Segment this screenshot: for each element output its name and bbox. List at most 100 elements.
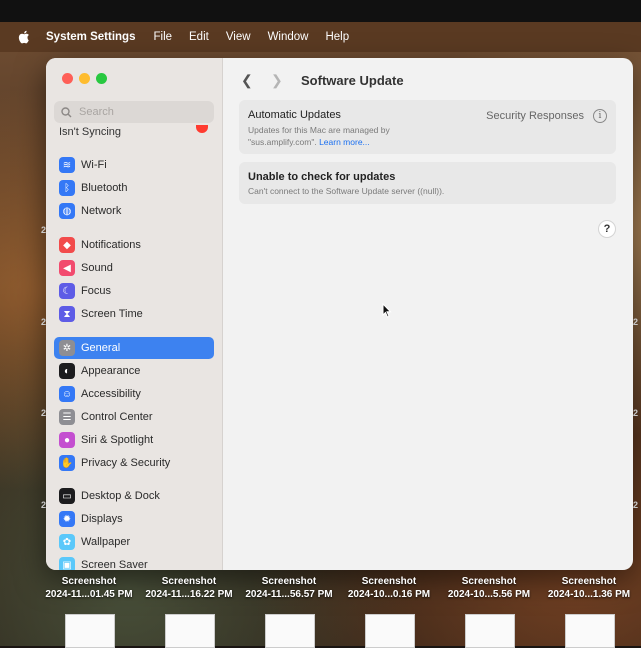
sidebar-item-label: Accessibility <box>81 388 141 400</box>
desktop-file-label[interactable]: Screenshot 2024-10...5.56 PM <box>440 576 538 601</box>
desktop-file-date: 2024-10...5.56 PM <box>447 588 531 600</box>
sidebar-search[interactable] <box>54 101 214 123</box>
sidebar-item-label: Screen Time <box>81 308 143 320</box>
sidebar-item-focus[interactable]: ☾ Focus <box>54 280 214 302</box>
appearance-icon: ◐ <box>59 363 75 379</box>
desktop-file-label[interactable]: Screenshot 2024-11...01.45 PM <box>40 576 138 601</box>
security-responses-label: Security Responses <box>486 110 584 122</box>
automatic-updates-line1: Updates for this Mac are managed by <box>248 125 390 135</box>
desktop-file-label[interactable]: Screenshot 2024-11...56.57 PM <box>240 576 338 601</box>
desktop-file-thumbnail[interactable] <box>165 614 215 648</box>
sidebar-item-screen-time[interactable]: ⧗ Screen Time <box>54 303 214 325</box>
automatic-updates-title: Automatic Updates <box>248 109 341 121</box>
forward-button[interactable]: ❯ <box>271 72 287 89</box>
desktop-file-name: Screenshot <box>361 576 417 587</box>
learn-more-link[interactable]: Learn more... <box>319 137 370 147</box>
desktop-file-thumbnail[interactable] <box>465 614 515 648</box>
update-error-title: Unable to check for updates <box>248 171 396 183</box>
sidebar-item-accessibility[interactable]: ☺ Accessibility <box>54 383 214 405</box>
bluetooth-icon: ᛒ <box>59 180 75 196</box>
search-input[interactable] <box>77 105 201 119</box>
sidebar-item-screen-saver[interactable]: ▣ Screen Saver <box>54 554 214 570</box>
close-button[interactable] <box>62 73 73 84</box>
sidebar-item-wallpaper[interactable]: ✿ Wallpaper <box>54 531 214 553</box>
desktop-fragment: 2 <box>633 408 639 418</box>
menu-help[interactable]: Help <box>325 31 349 43</box>
siri-icon: ● <box>59 432 75 448</box>
desktop-file-label[interactable]: Screenshot 2024-10...1.36 PM <box>540 576 638 601</box>
sidebar-item-sound[interactable]: ◀ Sound <box>54 257 214 279</box>
sidebar-item-label: Bluetooth <box>81 182 128 194</box>
nav-bar: ❮ ❯ Software Update <box>241 72 404 89</box>
sidebar-item-label: Sound <box>81 262 113 274</box>
update-error-message: Can't connect to the Software Update ser… <box>248 186 445 196</box>
back-button[interactable]: ❮ <box>241 72 257 89</box>
apple-menu-icon[interactable] <box>18 30 32 44</box>
hourglass-icon: ⧗ <box>59 306 75 322</box>
speaker-icon: ◀ <box>59 260 75 276</box>
desktop-fragment: 2 <box>633 317 639 327</box>
desktop-file-thumbnail[interactable] <box>365 614 415 648</box>
sidebar-item-network[interactable]: ◍ Network <box>54 200 214 222</box>
desktop-file-thumbnail[interactable] <box>265 614 315 648</box>
sidebar-item-label: Screen Saver <box>81 559 148 570</box>
desktop-file-name: Screenshot <box>261 576 317 587</box>
gear-icon: ✲ <box>59 340 75 356</box>
desktop-file-name: Screenshot <box>561 576 617 587</box>
menu-edit[interactable]: Edit <box>189 31 209 43</box>
info-icon[interactable]: i <box>593 109 607 123</box>
menu-file[interactable]: File <box>153 31 172 43</box>
update-error-card: Unable to check for updates Can't connec… <box>239 162 616 204</box>
sidebar-item-general[interactable]: ✲ General <box>54 337 214 359</box>
desktop-file-name: Screenshot <box>61 576 117 587</box>
hand-icon: ✋ <box>59 455 75 471</box>
sidebar-item-bluetooth[interactable]: ᛒ Bluetooth <box>54 177 214 199</box>
sidebar-item-desktop-dock[interactable]: ▭ Desktop & Dock <box>54 485 214 507</box>
system-settings-window: Isn't Syncing ≋ Wi-Fi ᛒ Bluetooth ◍ Network ◆ N… <box>46 58 633 570</box>
desktop-file-date: 2024-11...01.45 PM <box>45 588 133 600</box>
desktop-fragment: 2 <box>633 500 639 510</box>
minimize-button[interactable] <box>79 73 90 84</box>
sidebar-item-wi-fi[interactable]: ≋ Wi-Fi <box>54 154 214 176</box>
sidebar-item-siri-spotlight[interactable]: ● Siri & Spotlight <box>54 429 214 451</box>
desktop-file-date: 2024-10...1.36 PM <box>547 588 631 600</box>
main-pane: ❮ ❯ Software Update Automatic Updates Up… <box>223 58 633 570</box>
wifi-icon: ≋ <box>59 157 75 173</box>
sidebar-item-label: Desktop & Dock <box>81 490 160 502</box>
sidebar-cutoff-label[interactable]: Isn't Syncing <box>59 126 121 138</box>
bell-icon: ◆ <box>59 237 75 253</box>
menu-window[interactable]: Window <box>268 31 309 43</box>
sidebar-item-appearance[interactable]: ◐ Appearance <box>54 360 214 382</box>
sidebar-item-label: Notifications <box>81 239 141 251</box>
dock-icon: ▭ <box>59 488 75 504</box>
sidebar-item-label: Wi-Fi <box>81 159 107 171</box>
mouse-cursor-icon <box>382 303 392 318</box>
menu-app-name[interactable]: System Settings <box>46 31 135 43</box>
sidebar-item-label: Wallpaper <box>81 536 131 548</box>
sidebar-item-label: Appearance <box>81 365 141 377</box>
sidebar-item-control-center[interactable]: ☰ Control Center <box>54 406 214 428</box>
managed-by-server: "sus.amplify.com". <box>248 137 317 147</box>
sidebar-item-privacy-security[interactable]: ✋ Privacy & Security <box>54 452 214 474</box>
desktop-file-date: 2024-11...16.22 PM <box>145 588 233 600</box>
desktop-file-name: Screenshot <box>461 576 517 587</box>
sidebar-item-label: General <box>81 342 121 354</box>
desktop-file-label[interactable]: Screenshot 2024-10...0.16 PM <box>340 576 438 601</box>
sidebar-item-label: Focus <box>81 285 111 297</box>
sidebar-item-displays[interactable]: ✹ Displays <box>54 508 214 530</box>
menu-view[interactable]: View <box>226 31 251 43</box>
search-icon <box>61 106 72 117</box>
notification-badge <box>196 125 208 133</box>
zoom-button[interactable] <box>96 73 107 84</box>
automatic-updates-card: Automatic Updates Updates for this Mac a… <box>239 100 616 154</box>
sidebar-item-notifications[interactable]: ◆ Notifications <box>54 234 214 256</box>
desktop-file-label[interactable]: Screenshot 2024-11...16.22 PM <box>140 576 238 601</box>
desktop-file-thumbnail[interactable] <box>565 614 615 648</box>
automatic-updates-line2: "sus.amplify.com". Learn more... <box>248 137 370 147</box>
help-button[interactable]: ? <box>598 220 616 238</box>
globe-icon: ◍ <box>59 203 75 219</box>
accessibility-icon: ☺ <box>59 386 75 402</box>
desktop-file-thumbnail[interactable] <box>65 614 115 648</box>
desktop-file-date: 2024-11...56.57 PM <box>245 588 333 600</box>
page-title: Software Update <box>301 73 404 88</box>
